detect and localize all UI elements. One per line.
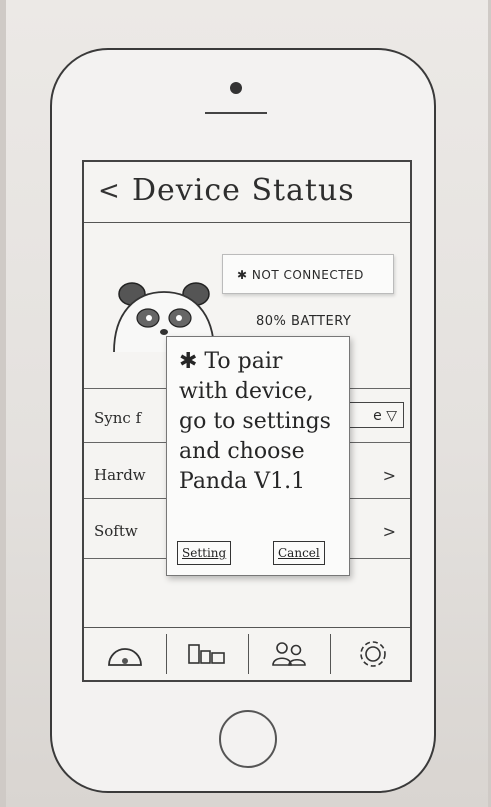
- connection-status-text: NOT CONNECTED: [251, 268, 364, 282]
- chevron-right-icon[interactable]: >: [383, 466, 396, 485]
- devices-icon: [188, 644, 225, 664]
- tab-bar: [84, 627, 410, 680]
- tab-devices[interactable]: [166, 628, 248, 680]
- bluetooth-icon: ✱: [237, 268, 248, 282]
- tab-users[interactable]: [248, 628, 330, 680]
- tab-divider: [330, 634, 331, 674]
- header-bar: < Device Status: [84, 162, 410, 223]
- dashboard-icon: [108, 648, 142, 666]
- speaker-slot: [205, 112, 267, 114]
- gear-icon: [360, 641, 386, 667]
- pairing-dialog: ✱ To pair with device, go to settings an…: [166, 336, 350, 576]
- tab-dashboard[interactable]: [84, 628, 166, 680]
- cancel-button[interactable]: Cancel: [273, 541, 325, 565]
- battery-level: 80% BATTERY: [256, 314, 352, 329]
- row-sync-label: Sync f: [94, 409, 142, 427]
- connection-status-badge: ✱ NOT CONNECTED: [222, 254, 394, 294]
- camera-dot: [230, 82, 242, 94]
- pairing-message: ✱ To pair with device, go to settings an…: [179, 349, 331, 494]
- back-icon[interactable]: <: [98, 176, 120, 206]
- setting-button[interactable]: Setting: [177, 541, 232, 565]
- chevron-right-icon[interactable]: >: [383, 522, 396, 541]
- page-title: Device Status: [132, 173, 355, 208]
- row-software-label[interactable]: Softw: [94, 522, 138, 540]
- tab-settings[interactable]: [332, 628, 414, 680]
- users-icon: [272, 642, 306, 666]
- home-button[interactable]: [219, 710, 277, 768]
- row-hardware-label[interactable]: Hardw: [94, 466, 146, 484]
